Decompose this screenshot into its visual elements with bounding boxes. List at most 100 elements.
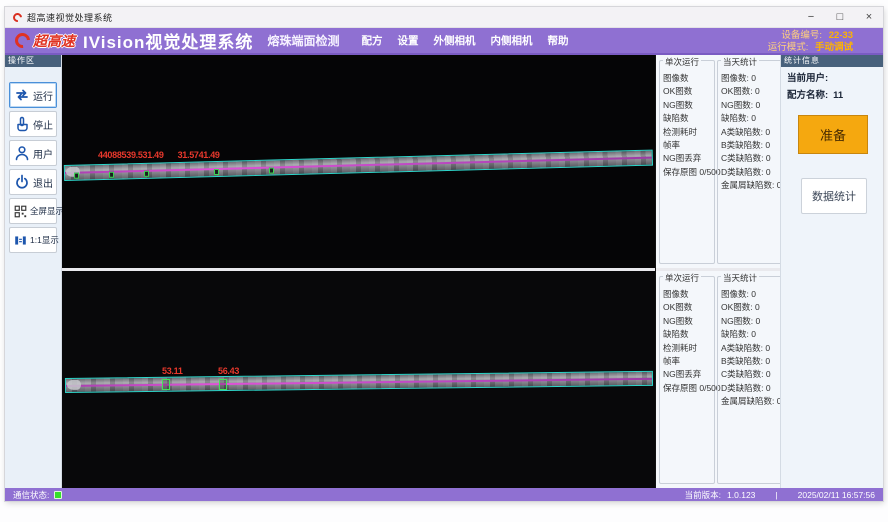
fullscreen-grid-icon <box>14 205 27 218</box>
stat-row: OK图数: 0 <box>721 85 781 98</box>
stat-row: 金属屑缺陷数: 0 <box>721 179 781 192</box>
stat-row: NG图数 <box>663 99 714 112</box>
today-stats-groupbox: 当天统计 图像数: 0OK图数: 0NG图数: 0缺陷数: 0A类缺陷数: 0B… <box>717 60 782 264</box>
version-value: 1.0.123 <box>727 490 755 500</box>
centerline-overlay <box>66 378 652 387</box>
stop-button[interactable]: 停止 <box>9 111 57 137</box>
menu-item[interactable]: 配方 <box>361 33 382 48</box>
info-panel: 统计信息 当前用户: 配方名称:11 准备 数据统计 <box>780 55 883 488</box>
stat-row: 帧率 <box>663 139 714 152</box>
one-to-one-button[interactable]: 1:1显示 <box>9 227 57 253</box>
stat-row: C类缺陷数: 0 <box>721 152 781 165</box>
stat-row: B类缺陷数: 0 <box>721 355 781 368</box>
stat-row: NG图数: 0 <box>721 315 781 328</box>
product-strip-image <box>65 371 653 393</box>
device-info: 设备编号: 22-33 运行模式: 手动调试 <box>768 30 853 54</box>
defect-mark <box>214 169 219 175</box>
stat-row: OK图数 <box>663 301 714 314</box>
stat-row: 图像数: 0 <box>721 288 781 301</box>
measurement-annotation: 53.11 <box>162 366 197 376</box>
menu-item[interactable]: 帮助 <box>547 33 568 48</box>
single-run-groupbox: 单次运行 图像数OK图数NG图数缺陷数检测耗时帧率NG图丢弃保存原图 0/500 <box>659 60 715 264</box>
stat-row: OK图数: 0 <box>721 301 781 314</box>
main-content: 操作区 运行 停止 <box>5 55 883 488</box>
comm-status-indicator <box>54 491 62 499</box>
window-title: 超高速视觉处理系统 <box>27 11 113 24</box>
recipe-name-value: 11 <box>833 90 843 101</box>
exit-button-label: 退出 <box>33 175 53 190</box>
stats-section-top: 单次运行 图像数OK图数NG图数缺陷数检测耗时帧率NG图丢弃保存原图 0/500… <box>656 55 780 268</box>
annotation-value: 31.5741.49 <box>178 150 220 160</box>
fullscreen-button-label: 全屏显示 <box>30 205 64 217</box>
info-panel-title: 统计信息 <box>781 55 883 67</box>
app-subtitle: 熔珠端面检测 <box>267 32 339 49</box>
main-menu: 配方设置外侧相机内侧相机帮助 <box>361 33 568 48</box>
maximize-button[interactable]: □ <box>834 12 846 23</box>
single-run-title: 单次运行 <box>663 56 701 68</box>
recipe-name-label: 配方名称: <box>787 90 828 101</box>
single-run-groupbox: 单次运行 图像数OK图数NG图数缺陷数检测耗时帧率NG图丢弃保存原图 0/500 <box>659 276 715 484</box>
menu-item[interactable]: 外侧相机 <box>433 33 475 48</box>
stat-row: A类缺陷数: 0 <box>721 342 781 355</box>
run-button[interactable]: 运行 <box>9 82 57 108</box>
outer-camera-view[interactable]: 44088539.531.49 31.5741.49 <box>62 55 655 268</box>
stat-row: 金属屑缺陷数: 0 <box>721 395 781 408</box>
stat-row: 缺陷数 <box>663 328 714 341</box>
brand-logo-text: 超高速 <box>33 31 75 51</box>
device-number-label: 设备编号: <box>781 30 822 41</box>
stat-row: 检测耗时 <box>663 342 714 355</box>
device-number-value: 22-33 <box>829 30 853 41</box>
data-stats-button[interactable]: 数据统计 <box>801 178 867 214</box>
menu-item[interactable]: 内侧相机 <box>490 33 532 48</box>
inner-camera-view[interactable]: 53.11 56.43 <box>62 271 655 488</box>
app-window: 超高速视觉处理系统 − □ × 超高速 IVision视觉处理系统 熔珠端面检测… <box>5 7 883 501</box>
stat-row: 帧率 <box>663 355 714 368</box>
close-button[interactable]: × <box>863 12 875 23</box>
stop-hand-icon <box>14 116 30 132</box>
menu-item[interactable]: 设置 <box>397 33 418 48</box>
stat-row: 检测耗时 <box>663 126 714 139</box>
defect-mark <box>74 173 79 179</box>
comm-status-label: 通信状态: <box>13 489 49 501</box>
today-stats-title: 当天统计 <box>721 272 759 284</box>
datetime-value: 2025/02/11 16:57:56 <box>798 490 875 500</box>
today-stats-groupbox: 当天统计 图像数: 0OK图数: 0NG图数: 0缺陷数: 0A类缺陷数: 0B… <box>717 276 782 484</box>
operation-sidebar: 操作区 运行 停止 <box>5 55 62 488</box>
stats-section-bottom: 单次运行 图像数OK图数NG图数缺陷数检测耗时帧率NG图丢弃保存原图 0/500… <box>656 271 780 488</box>
today-stats-title: 当天统计 <box>721 56 759 68</box>
app-header: 超高速 IVision视觉处理系统 熔珠端面检测 配方设置外侧相机内侧相机帮助 … <box>5 28 883 55</box>
user-button[interactable]: 用户 <box>9 140 57 166</box>
window-controls: − □ × <box>805 12 875 23</box>
prepare-button[interactable]: 准备 <box>798 115 868 154</box>
stat-row: 图像数 <box>663 72 714 85</box>
statusbar-separator: | <box>775 490 777 500</box>
stat-row: 缺陷数: 0 <box>721 328 781 341</box>
version-label: 当前版本: <box>685 489 721 501</box>
stat-row: C类缺陷数: 0 <box>721 368 781 381</box>
defect-mark <box>269 168 274 174</box>
minimize-button[interactable]: − <box>805 12 817 23</box>
titlebar: 超高速视觉处理系统 − □ × <box>5 7 883 28</box>
stat-row: NG图数: 0 <box>721 99 781 112</box>
exit-button[interactable]: 退出 <box>9 169 57 195</box>
single-run-title: 单次运行 <box>663 272 701 284</box>
annotation-value: 44088539.531.49 <box>98 150 164 160</box>
status-bar: 通信状态: 当前版本: 1.0.123 | 2025/02/11 16:57:5… <box>5 488 883 501</box>
run-loop-icon <box>14 87 30 103</box>
run-mode-label: 运行模式: <box>768 42 809 53</box>
stat-row: 图像数: 0 <box>721 72 781 85</box>
annotation-value: 56.43 <box>218 366 239 376</box>
strip-roi-overlay <box>65 371 653 393</box>
app-title: IVision视觉处理系统 <box>83 28 253 53</box>
run-button-label: 运行 <box>33 88 53 103</box>
camera-viewports: 44088539.531.49 31.5741.49 53.11 <box>62 55 655 488</box>
one-to-one-icon <box>14 234 27 247</box>
stat-row: 保存原图 0/500 <box>663 166 714 179</box>
fullscreen-button[interactable]: 全屏显示 <box>9 198 57 224</box>
brand-logo-icon <box>12 30 33 51</box>
stat-row: NG图数 <box>663 315 714 328</box>
stat-row: D类缺陷数: 0 <box>721 382 781 395</box>
user-button-label: 用户 <box>33 146 53 161</box>
measurement-annotation: 56.43 <box>218 366 253 376</box>
stat-row: OK图数 <box>663 85 714 98</box>
